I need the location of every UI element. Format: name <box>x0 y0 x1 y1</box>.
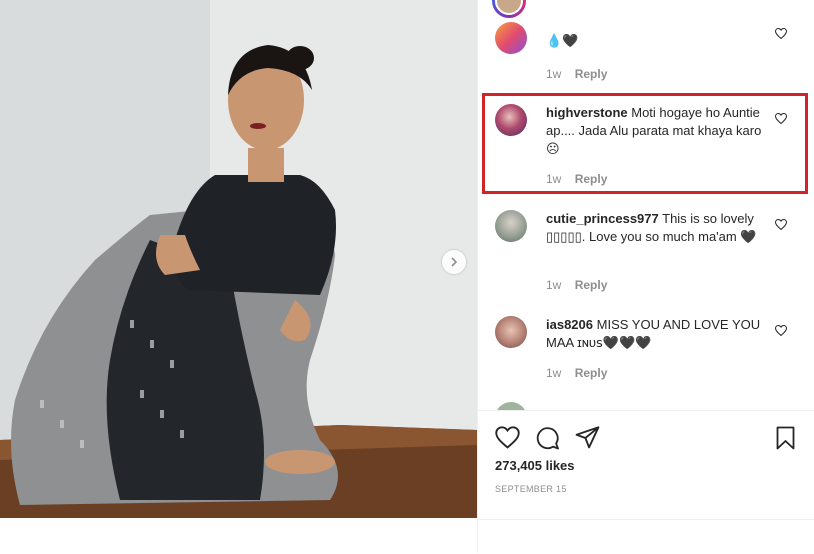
comment-meta: 1w Reply <box>546 366 607 380</box>
next-photo-button[interactable] <box>442 250 466 274</box>
reply-button[interactable]: Reply <box>575 366 608 380</box>
bookmark-icon[interactable] <box>775 426 796 450</box>
photo-bottom-margin <box>0 518 477 553</box>
avatar[interactable] <box>495 402 527 410</box>
avatar[interactable] <box>492 0 526 18</box>
avatar[interactable] <box>495 22 527 54</box>
comment-meta: 1w Reply <box>546 278 607 292</box>
post-photo[interactable] <box>0 0 477 518</box>
comment-username[interactable]: ias8206 <box>546 317 593 332</box>
divider <box>478 519 814 520</box>
comment-time: 1w <box>546 278 562 292</box>
post-photo-illustration <box>0 0 477 518</box>
comment-text: 💧🖤 <box>546 33 579 48</box>
comment-icon[interactable] <box>535 426 560 450</box>
heart-icon[interactable] <box>495 426 520 449</box>
comment-meta: 1w Reply <box>546 67 607 81</box>
like-comment-icon[interactable] <box>775 325 787 336</box>
reply-button[interactable]: Reply <box>575 278 608 292</box>
post-date: SEPTEMBER 15 <box>495 484 567 494</box>
comments-panel: 💧🖤 1w Reply highverstone Moti hogaye ho … <box>477 0 814 553</box>
like-comment-icon[interactable] <box>775 219 787 230</box>
likes-count[interactable]: 273,405 likes <box>495 458 575 473</box>
comment-text: cutie_princess977 This is so lovely ▯▯▯▯… <box>546 210 770 246</box>
like-comment-icon[interactable] <box>775 28 787 39</box>
comment-time: 1w <box>546 366 562 380</box>
comment-username[interactable]: cutie_princess977 <box>546 211 659 226</box>
share-icon[interactable] <box>575 426 600 449</box>
avatar[interactable] <box>495 316 527 348</box>
comments-list[interactable]: 💧🖤 1w Reply highverstone Moti hogaye ho … <box>478 0 814 410</box>
avatar[interactable] <box>495 210 527 242</box>
comment-text: ias8206 MISS YOU AND LOVE YOU MAA ɪɴᴜꜱ🖤🖤… <box>546 316 770 352</box>
comment-time: 1w <box>546 67 562 81</box>
highlight-box <box>482 93 808 194</box>
post-actions: 273,405 likes SEPTEMBER 15 <box>478 410 814 554</box>
chevron-right-icon <box>451 257 458 267</box>
reply-button[interactable]: Reply <box>575 67 608 81</box>
